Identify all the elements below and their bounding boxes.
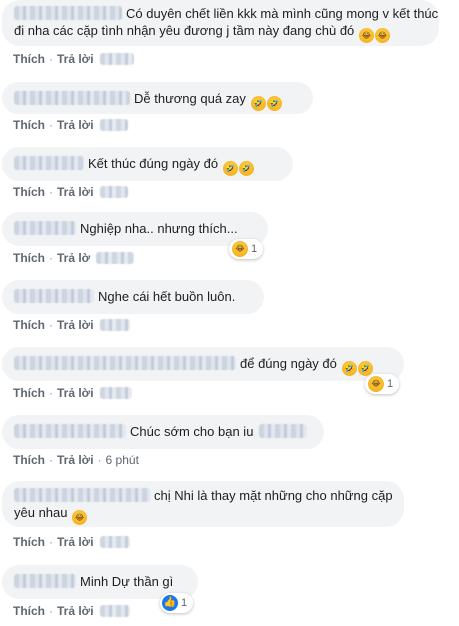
comment-bubble: Kết thúc đúng ngày đó 🤣 🤣 <box>2 147 293 181</box>
author-name-blurred[interactable] <box>14 356 236 370</box>
laugh-emoji-icon: 😂 <box>358 28 374 43</box>
comment-text: để đúng ngày đó <box>240 356 337 371</box>
reply-link[interactable]: Trả lời <box>57 604 94 618</box>
like-link[interactable]: Thích <box>13 251 45 265</box>
like-link[interactable]: Thích <box>13 535 45 549</box>
comment-bubble: chị Nhi là thay mặt những cho những cặp … <box>2 481 404 527</box>
like-link[interactable]: Thích <box>13 185 45 199</box>
comment-bubble: để đúng ngày đó 🤣 🤣 <box>2 347 404 381</box>
timestamp-blurred <box>99 119 128 131</box>
comment-text-line2: yêu nhau <box>14 505 68 520</box>
comment-bubble: Chúc sớm cho bạn iu <box>2 415 324 449</box>
author-name-blurred[interactable] <box>14 574 76 588</box>
like-link[interactable]: Thích <box>13 604 45 618</box>
reaction-count-value: 1 <box>181 597 188 609</box>
reply-link[interactable]: Trả lờ <box>57 251 90 265</box>
timestamp-blurred <box>99 605 130 617</box>
reply-link[interactable]: Trả lời <box>57 386 94 400</box>
reply-link[interactable]: Trả lời <box>57 185 94 199</box>
laugh-emoji-icon: 😂 <box>368 376 384 392</box>
comment-text: Chúc sớm cho bạn iu <box>130 424 254 439</box>
like-link[interactable]: Thích <box>13 118 45 132</box>
rofl-emoji-icon: 🤣 <box>266 96 282 111</box>
rofl-emoji-icon: 🤣 <box>341 361 357 376</box>
comment-text: Nghiệp nha.. nhưng thích... <box>80 221 238 236</box>
author-name-blurred[interactable] <box>14 221 76 235</box>
author-name-blurred[interactable] <box>14 488 150 502</box>
like-link[interactable]: Thích <box>13 386 45 400</box>
comment-bubble: Dễ thương quá zay 🤣 🤣 <box>2 82 313 114</box>
reply-link[interactable]: Trả lời <box>57 453 94 467</box>
rofl-emoji-icon: 🤣 <box>250 96 266 111</box>
timestamp-blurred <box>96 252 135 264</box>
comment-actions: Thích · Trả lời <box>13 118 132 132</box>
laugh-emoji-icon: 😂 <box>72 510 88 525</box>
like-link[interactable]: Thích <box>13 453 45 467</box>
comment-actions: Thích · Trả lờ <box>13 251 138 265</box>
reply-link[interactable]: Trả lời <box>57 535 94 549</box>
comment-actions: Thích · Trả lời <box>13 386 136 400</box>
laugh-emoji-icon: 😂 <box>232 241 248 257</box>
reaction-count-value: 1 <box>251 243 258 255</box>
reaction-count[interactable]: 😂 1 <box>229 239 264 259</box>
comment-actions: Thích · Trả lời <box>13 185 132 199</box>
timestamp[interactable]: 6 phút <box>106 453 139 467</box>
reply-link[interactable]: Trả lời <box>57 52 94 66</box>
timestamp-blurred <box>99 53 134 65</box>
author-name-blurred[interactable] <box>14 424 126 438</box>
laugh-emoji-icon: 😂 <box>374 28 390 43</box>
reaction-count-value: 1 <box>387 378 394 390</box>
comment-actions: Thích · Trả lời <box>13 52 138 66</box>
timestamp-blurred <box>99 186 128 198</box>
rofl-emoji-icon: 🤣 <box>238 161 254 176</box>
comment-actions: Thích · Trả lời · 6 phút <box>13 453 139 467</box>
timestamp-blurred <box>99 387 132 399</box>
author-name-blurred[interactable] <box>14 6 122 20</box>
comment-text-line1: Có duyên chết liền kkk mà mình cũng mong… <box>126 6 439 21</box>
like-reaction-icon: 👍 <box>162 595 178 611</box>
rofl-emoji-icon: 🤣 <box>222 161 238 176</box>
reaction-count[interactable]: 👍 1 <box>160 593 194 613</box>
timestamp-blurred <box>99 536 130 548</box>
comment-actions: Thích · Trả lời <box>13 604 134 618</box>
comment-actions: Thích · Trả lời <box>13 535 134 549</box>
comment-bubble: Nghiệp nha.. nhưng thích... <box>2 212 268 246</box>
comment-actions: Thích · Trả lời <box>13 318 134 332</box>
comment-text: Nghe cái hết buồn luôn. <box>98 289 236 304</box>
author-name-blurred[interactable] <box>14 156 84 170</box>
comment-text-line1: chị Nhi là thay mặt những cho những cặp <box>154 488 393 503</box>
author-name-blurred[interactable] <box>14 91 130 105</box>
comment-text: Dễ thương quá zay <box>134 91 246 106</box>
comment-bubble: Có duyên chết liền kkk mà mình cũng mong… <box>2 0 439 46</box>
reply-link[interactable]: Trả lời <box>57 118 94 132</box>
timestamp-blurred <box>99 319 130 331</box>
reply-link[interactable]: Trả lời <box>57 318 94 332</box>
mention-blurred[interactable] <box>259 424 308 438</box>
comment-bubble: Nghe cái hết buồn luôn. <box>2 280 264 314</box>
reaction-count[interactable]: 😂 1 <box>365 374 400 394</box>
like-link[interactable]: Thích <box>13 52 45 66</box>
comment-text-line2: đi nha các cặp tình nhận yêu đương j tầm… <box>14 23 355 38</box>
like-link[interactable]: Thích <box>13 318 45 332</box>
comment-text: Kết thúc đúng ngày đó <box>88 156 219 171</box>
comment-text: Minh Dự thần gì <box>80 574 174 589</box>
author-name-blurred[interactable] <box>14 289 94 303</box>
